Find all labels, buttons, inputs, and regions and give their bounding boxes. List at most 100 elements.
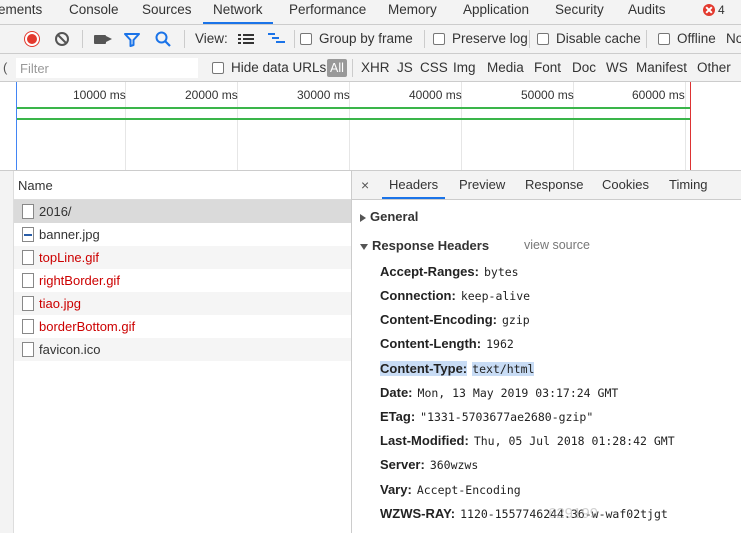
general-section-toggle[interactable]: General — [360, 209, 418, 224]
tab-response[interactable]: Response — [525, 171, 584, 199]
hide-data-urls-label[interactable]: Hide data URLs — [231, 54, 326, 81]
header-key: Last-Modified: — [380, 433, 469, 448]
header-value: "1331-5703677ae2680-gzip" — [420, 410, 594, 424]
request-name: tiao.jpg — [39, 296, 81, 311]
header-value: text/html — [472, 362, 535, 376]
header-row: WZWS-RAY: 1120-1557746244.36-w-waf02tjgt — [380, 505, 668, 523]
header-value: Mon, 13 May 2019 03:17:24 GMT — [417, 386, 619, 400]
tab-timing[interactable]: Timing — [669, 171, 708, 199]
filter-js-button[interactable]: JS — [397, 54, 413, 81]
filter-img-button[interactable]: Img — [453, 54, 476, 81]
filter-xhr-button[interactable]: XHR — [361, 54, 390, 81]
tab-console[interactable]: Console — [69, 0, 119, 24]
expand-triangle-icon — [360, 213, 366, 222]
header-row: Content-Encoding: gzip — [380, 311, 530, 329]
chevron-left-icon[interactable]: ( — [3, 60, 7, 75]
filter-all-button[interactable]: All — [327, 59, 347, 77]
toolbar-divider — [646, 30, 647, 48]
preserve-log-label[interactable]: Preserve log — [452, 25, 528, 53]
header-key: Content-Encoding: — [380, 312, 497, 327]
list-item[interactable]: topLine.gif — [14, 246, 351, 269]
header-key: WZWS-RAY: — [380, 506, 456, 521]
list-item[interactable]: borderBottom.gif — [14, 315, 351, 338]
tab-application[interactable]: Application — [463, 0, 529, 24]
list-gutter — [0, 171, 14, 533]
tab-network[interactable]: Network — [203, 0, 273, 24]
tab-performance[interactable]: Performance — [289, 0, 366, 24]
header-key: Accept-Ranges: — [380, 264, 479, 279]
list-item[interactable]: rightBorder.gif — [14, 269, 351, 292]
preserve-log-checkbox[interactable] — [433, 33, 445, 45]
header-key: Connection: — [380, 288, 456, 303]
offline-label[interactable]: Offline — [677, 25, 716, 53]
filter-doc-button[interactable]: Doc — [572, 54, 596, 81]
disable-cache-label[interactable]: Disable cache — [556, 25, 641, 53]
header-value: Accept-Encoding — [416, 483, 521, 497]
screenshot-camera-icon[interactable] — [94, 35, 112, 44]
header-value: 360wzws — [429, 458, 479, 472]
large-rows-icon[interactable] — [238, 33, 254, 45]
tab-elements[interactable]: ements — [0, 0, 42, 24]
group-by-frame-label[interactable]: Group by frame — [319, 25, 413, 53]
header-row: Vary: Accept-Encoding — [380, 481, 521, 499]
filter-ws-button[interactable]: WS — [606, 54, 628, 81]
header-row: ETag: "1331-5703677ae2680-gzip" — [380, 408, 593, 426]
header-row: Content-Length: 1962 — [380, 335, 514, 353]
group-by-frame-checkbox[interactable] — [300, 33, 312, 45]
timeline-tick-label: 20000 ms — [185, 88, 238, 102]
filter-other-button[interactable]: Other — [697, 54, 731, 81]
list-item[interactable]: favicon.ico — [14, 338, 351, 361]
tab-sources[interactable]: Sources — [142, 0, 192, 24]
filter-media-button[interactable]: Media — [487, 54, 524, 81]
request-name: rightBorder.gif — [39, 273, 120, 288]
response-headers-section-toggle[interactable]: Response Headers view source — [360, 238, 740, 253]
request-details-pane: × Headers Preview Response Cookies Timin… — [352, 171, 741, 533]
toolbar-divider — [529, 30, 530, 48]
error-icon[interactable] — [703, 4, 715, 16]
tab-memory[interactable]: Memory — [388, 0, 437, 24]
header-row: Connection: keep-alive — [380, 287, 530, 305]
header-row: Last-Modified: Thu, 05 Jul 2018 01:28:42 … — [380, 432, 675, 450]
header-value: 1962 — [486, 337, 514, 351]
toolbar-divider — [184, 30, 185, 48]
request-name: 2016/ — [39, 204, 72, 219]
header-key: Date: — [380, 385, 413, 400]
filter-manifest-button[interactable]: Manifest — [636, 54, 687, 81]
close-icon[interactable]: × — [361, 171, 369, 199]
tab-audits[interactable]: Audits — [628, 0, 666, 24]
list-item[interactable]: tiao.jpg — [14, 292, 351, 315]
document-icon — [22, 204, 34, 219]
waterfall-icon[interactable] — [268, 33, 286, 46]
tab-security[interactable]: Security — [555, 0, 604, 24]
filter-css-button[interactable]: CSS — [420, 54, 448, 81]
tab-preview[interactable]: Preview — [459, 171, 505, 199]
name-column-header[interactable]: Name — [14, 171, 351, 200]
disable-cache-checkbox[interactable] — [537, 33, 549, 45]
document-icon — [22, 319, 34, 334]
network-overview-timeline[interactable]: 10000 ms 20000 ms 30000 ms 40000 ms 5000… — [0, 82, 741, 171]
response-headers-title: Response Headers — [372, 238, 490, 253]
tab-headers[interactable]: Headers — [382, 171, 446, 199]
filter-funnel-icon[interactable] — [124, 32, 140, 47]
list-item[interactable]: 2016/ — [14, 200, 351, 223]
network-toolbar: View: Group by frame Preserve log Disabl… — [0, 25, 741, 54]
view-source-link[interactable]: view source — [524, 238, 590, 252]
throttling-select[interactable]: No — [726, 25, 741, 53]
offline-checkbox[interactable] — [658, 33, 670, 45]
header-value: gzip — [501, 313, 530, 327]
record-icon[interactable] — [25, 32, 39, 46]
timeline-request-bar — [17, 118, 690, 120]
filter-font-button[interactable]: Font — [534, 54, 561, 81]
filter-bar: ( Hide data URLs All XHR JS CSS Img Medi… — [0, 54, 741, 82]
search-icon[interactable] — [155, 31, 172, 48]
filter-input[interactable] — [16, 58, 198, 78]
hide-data-urls-checkbox[interactable] — [212, 62, 224, 74]
timeline-request-bar — [17, 107, 690, 109]
toolbar-divider — [294, 30, 295, 48]
header-row: Accept-Ranges: bytes — [380, 263, 519, 281]
clear-icon[interactable] — [55, 32, 69, 46]
tab-cookies[interactable]: Cookies — [602, 171, 649, 199]
header-key: Content-Type: — [380, 361, 468, 376]
list-item[interactable]: banner.jpg — [14, 223, 351, 246]
error-count[interactable]: 4 — [718, 3, 725, 17]
